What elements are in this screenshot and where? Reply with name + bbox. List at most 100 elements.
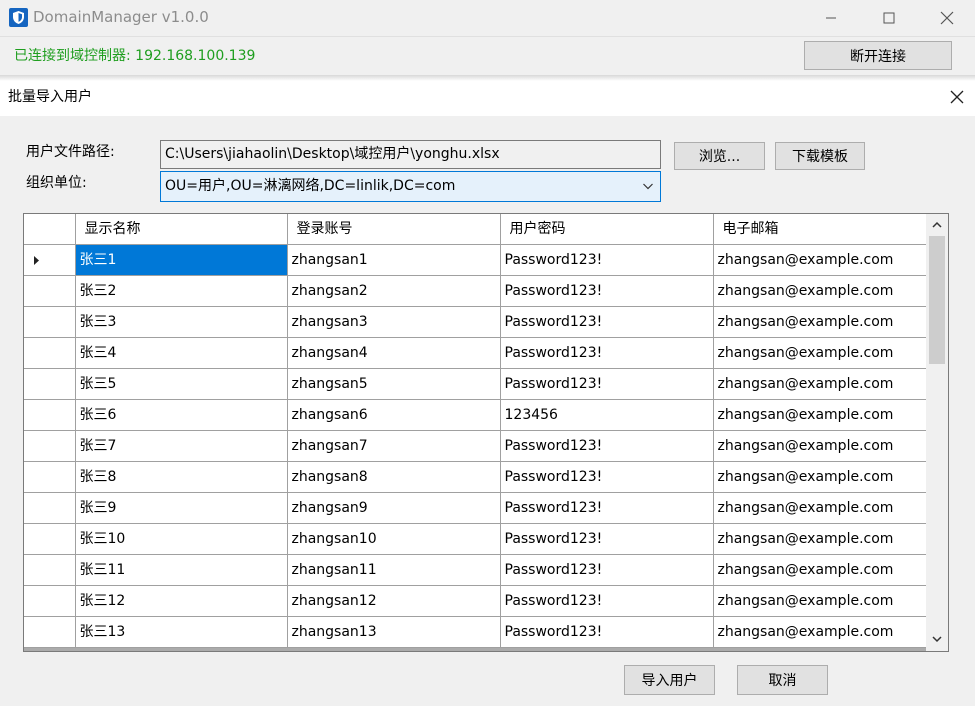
table-row[interactable]: 张三2 zhangsan2 Password123! zhangsan@example… — [24, 275, 927, 307]
row-header[interactable] — [24, 554, 76, 586]
column-header-email[interactable]: 电子邮箱 — [713, 214, 927, 245]
chevron-down-icon — [643, 183, 653, 190]
cell-display-name[interactable]: 张三6 — [75, 399, 288, 431]
table-row[interactable]: 张三3 zhangsan3 Password123! zhangsan@example… — [24, 306, 927, 338]
cell-password[interactable]: Password123! — [500, 492, 714, 524]
table-row[interactable]: 张三4 zhangsan4 Password123! zhangsan@example… — [24, 337, 927, 369]
row-header[interactable] — [24, 244, 76, 276]
cell-login-account[interactable]: zhangsan12 — [287, 585, 501, 617]
cell-login-account[interactable]: zhangsan4 — [287, 337, 501, 369]
cell-display-name[interactable]: 张三13 — [75, 616, 288, 648]
cell-display-name[interactable]: 张三9 — [75, 492, 288, 524]
disconnect-button[interactable]: 断开连接 — [804, 41, 952, 70]
cell-login-account[interactable]: zhangsan8 — [287, 461, 501, 493]
cell-password[interactable]: Password123! — [500, 461, 714, 493]
cell-login-account[interactable]: zhangsan13 — [287, 616, 501, 648]
table-row[interactable]: 张三7 zhangsan7 Password123! zhangsan@example… — [24, 430, 927, 462]
cell-display-name[interactable]: 张三12 — [75, 585, 288, 617]
row-header[interactable] — [24, 306, 76, 338]
cell-display-name[interactable]: 张三4 — [75, 337, 288, 369]
file-path-input[interactable]: C:\Users\jiahaolin\Desktop\域控用户\yonghu.x… — [160, 140, 661, 169]
cell-email[interactable]: zhangsan@example.com — [713, 430, 927, 462]
import-users-button[interactable]: 导入用户 — [624, 665, 715, 695]
cell-password[interactable]: 123456 — [500, 399, 714, 431]
cell-email[interactable]: zhangsan@example.com — [713, 368, 927, 400]
cell-email[interactable]: zhangsan@example.com — [713, 399, 927, 431]
cell-display-name[interactable]: 张三2 — [75, 275, 288, 307]
cell-login-account[interactable]: zhangsan1 — [287, 244, 501, 276]
users-table: 显示名称 登录账号 用户密码 电子邮箱 张三1 zhangsan1 Password… — [24, 214, 927, 648]
column-header-login-account[interactable]: 登录账号 — [287, 214, 501, 245]
row-header[interactable] — [24, 492, 76, 524]
table-row[interactable]: 张三8 zhangsan8 Password123! zhangsan@example… — [24, 461, 927, 493]
cell-email[interactable]: zhangsan@example.com — [713, 492, 927, 524]
table-row[interactable]: 张三11 zhangsan11 Password123! zhangsan@examp… — [24, 554, 927, 586]
column-header-display-name[interactable]: 显示名称 — [75, 214, 288, 245]
cell-login-account[interactable]: zhangsan11 — [287, 554, 501, 586]
cell-password[interactable]: Password123! — [500, 554, 714, 586]
window-close-button[interactable] — [922, 0, 972, 36]
cell-password[interactable]: Password123! — [500, 306, 714, 338]
cell-display-name[interactable]: 张三5 — [75, 368, 288, 400]
row-header[interactable] — [24, 616, 76, 648]
row-header[interactable] — [24, 337, 76, 369]
minimize-button[interactable] — [806, 0, 856, 36]
cell-email[interactable]: zhangsan@example.com — [713, 585, 927, 617]
scroll-down-arrow-icon[interactable] — [931, 634, 943, 644]
cell-display-name[interactable]: 张三10 — [75, 523, 288, 555]
table-row[interactable]: 张三12 zhangsan12 Password123! zhangsan@examp… — [24, 585, 927, 617]
cell-login-account[interactable]: zhangsan10 — [287, 523, 501, 555]
cell-login-account[interactable]: zhangsan5 — [287, 368, 501, 400]
cell-display-name[interactable]: 张三7 — [75, 430, 288, 462]
scrollbar-thumb[interactable] — [929, 236, 945, 364]
row-header[interactable] — [24, 430, 76, 462]
cell-display-name[interactable]: 张三11 — [75, 554, 288, 586]
cell-login-account[interactable]: zhangsan7 — [287, 430, 501, 462]
column-header-password[interactable]: 用户密码 — [500, 214, 714, 245]
row-header[interactable] — [24, 275, 76, 307]
cell-email[interactable]: zhangsan@example.com — [713, 244, 927, 276]
cell-password[interactable]: Password123! — [500, 275, 714, 307]
scroll-up-arrow-icon[interactable] — [931, 220, 943, 230]
cell-email[interactable]: zhangsan@example.com — [713, 275, 927, 307]
users-grid[interactable]: 显示名称 登录账号 用户密码 电子邮箱 张三1 zhangsan1 Password… — [23, 213, 949, 652]
maximize-button[interactable] — [864, 0, 914, 36]
cancel-button[interactable]: 取消 — [737, 665, 828, 695]
browse-button[interactable]: 浏览... — [674, 142, 765, 170]
cell-login-account[interactable]: zhangsan2 — [287, 275, 501, 307]
cell-password[interactable]: Password123! — [500, 616, 714, 648]
row-header[interactable] — [24, 585, 76, 617]
dialog-close-button[interactable] — [945, 86, 969, 108]
cell-email[interactable]: zhangsan@example.com — [713, 523, 927, 555]
table-row[interactable]: 张三10 zhangsan10 Password123! zhangsan@examp… — [24, 523, 927, 555]
cell-login-account[interactable]: zhangsan9 — [287, 492, 501, 524]
cell-login-account[interactable]: zhangsan6 — [287, 399, 501, 431]
table-row[interactable]: 张三6 zhangsan6 123456 zhangsan@example.com — [24, 399, 927, 431]
row-header[interactable] — [24, 399, 76, 431]
row-header[interactable] — [24, 368, 76, 400]
table-row[interactable]: 张三5 zhangsan5 Password123! zhangsan@example… — [24, 368, 927, 400]
table-row[interactable]: 张三13 zhangsan13 Password123! zhangsan@examp… — [24, 616, 927, 648]
cell-password[interactable]: Password123! — [500, 337, 714, 369]
row-header[interactable] — [24, 523, 76, 555]
ou-select[interactable]: OU=用户,OU=淋漓网络,DC=linlik,DC=com — [160, 171, 661, 202]
cell-login-account[interactable]: zhangsan3 — [287, 306, 501, 338]
cell-email[interactable]: zhangsan@example.com — [713, 337, 927, 369]
row-header[interactable] — [24, 461, 76, 493]
cell-password[interactable]: Password123! — [500, 523, 714, 555]
cell-email[interactable]: zhangsan@example.com — [713, 306, 927, 338]
cell-email[interactable]: zhangsan@example.com — [713, 616, 927, 648]
cell-display-name[interactable]: 张三3 — [75, 306, 288, 338]
cell-email[interactable]: zhangsan@example.com — [713, 554, 927, 586]
table-row[interactable]: 张三9 zhangsan9 Password123! zhangsan@example… — [24, 492, 927, 524]
cell-password[interactable]: Password123! — [500, 430, 714, 462]
cell-password[interactable]: Password123! — [500, 368, 714, 400]
download-template-button[interactable]: 下载模板 — [775, 142, 865, 170]
table-row[interactable]: 张三1 zhangsan1 Password123! zhangsan@example… — [24, 244, 927, 276]
cell-display-name[interactable]: 张三1 — [75, 244, 288, 276]
cell-password[interactable]: Password123! — [500, 585, 714, 617]
vertical-scrollbar[interactable] — [926, 214, 948, 651]
cell-password[interactable]: Password123! — [500, 244, 714, 276]
cell-email[interactable]: zhangsan@example.com — [713, 461, 927, 493]
cell-display-name[interactable]: 张三8 — [75, 461, 288, 493]
